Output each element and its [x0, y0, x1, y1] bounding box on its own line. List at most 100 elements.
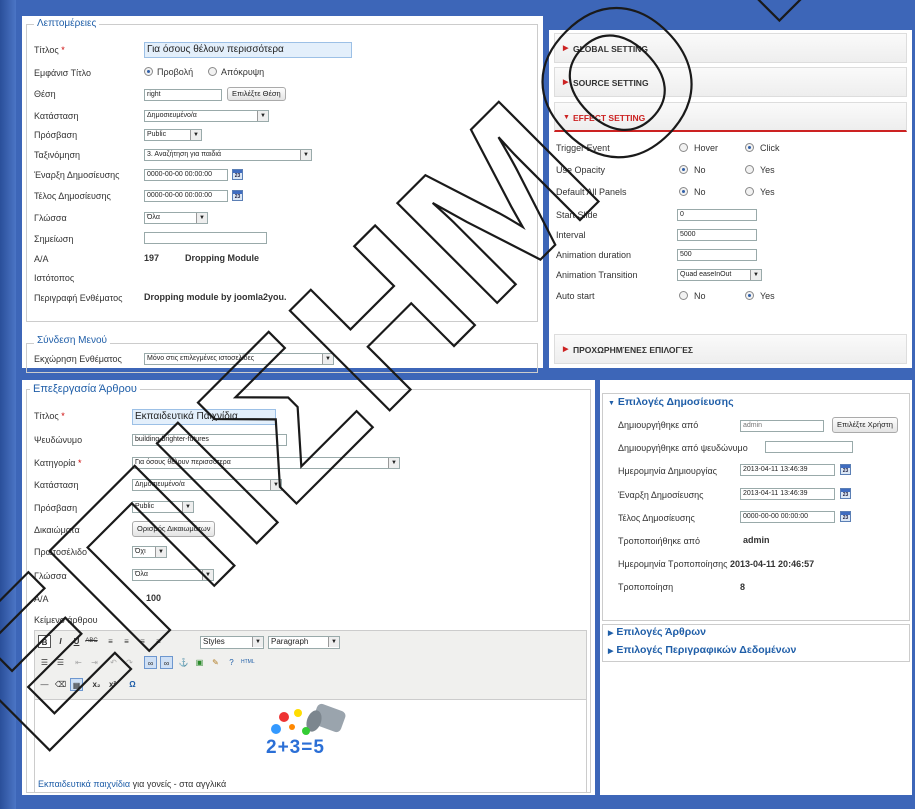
panels-yes-radio[interactable]	[745, 187, 754, 196]
article-options-header[interactable]: ▶ Επιλογές Άρθρων	[608, 626, 706, 638]
indent-icon[interactable]: ⇥	[88, 656, 101, 669]
access-select[interactable]: Public ▼	[144, 129, 202, 141]
opacity-no-label: No	[694, 165, 706, 175]
italic-button[interactable]: I	[54, 635, 67, 648]
language-select[interactable]: Όλα ▼	[144, 212, 208, 224]
publish-up-input[interactable]: 2013-04-11 13:46:39	[740, 488, 835, 500]
interval-label: Interval	[556, 230, 586, 240]
ordering-select[interactable]: 3. Αναζήτηση για παιδιά ▼	[144, 149, 312, 161]
calendar-icon[interactable]: 23	[232, 190, 243, 201]
superscript-icon[interactable]: x²	[106, 678, 119, 691]
align-left-button[interactable]: ≡	[104, 635, 117, 648]
click-radio[interactable]	[745, 143, 754, 152]
start-slide-input[interactable]: 0	[677, 209, 757, 221]
publish-up-input[interactable]: 0000-00-00 00:00:00	[144, 169, 228, 181]
calendar-icon[interactable]: 23	[840, 464, 851, 475]
article-title-input[interactable]: Εκπαιδευτικά Παιχνίδια	[132, 409, 276, 425]
html-icon[interactable]: HTML	[241, 656, 255, 669]
align-center-button[interactable]: ≡	[120, 635, 133, 648]
link-icon[interactable]: ∞	[144, 656, 157, 669]
site-label: Ιστότοπος	[34, 273, 75, 283]
metadata-options-header[interactable]: ▶ Επιλογές Περιγραφικών Δεδομένων	[608, 644, 796, 656]
menu-assign-select[interactable]: Μόνο στις επιλεγμένες ιστοσελίδες ▼	[144, 353, 334, 365]
anim-transition-select[interactable]: Quad easeInOut ▼	[677, 269, 762, 281]
publishing-header[interactable]: ▼ Επιλογές Δημοσίευσης	[608, 396, 734, 408]
special-char-icon[interactable]: Ω	[126, 678, 139, 691]
publish-down-input[interactable]: 0000-00-00 00:00:00	[740, 511, 835, 523]
outdent-icon[interactable]: ⇤	[72, 656, 85, 669]
category-label: Κατηγορία *	[34, 458, 82, 468]
auto-start-yes-radio[interactable]	[745, 291, 754, 300]
created-alias-input[interactable]	[765, 441, 853, 453]
align-justify-button[interactable]: ≡	[152, 635, 165, 648]
created-date-input[interactable]: 2013-04-11 13:46:39	[740, 464, 835, 476]
underline-button[interactable]: U	[70, 635, 83, 648]
unlink-icon[interactable]: ∞	[160, 656, 173, 669]
subscript-icon[interactable]: x₂	[90, 678, 103, 691]
image-icon[interactable]: ▣	[193, 656, 206, 669]
modified-date-label: Ημερομηνία Τροποποίησης 2013-04-11 20:46…	[618, 559, 815, 569]
created-date-label: Ημερομηνία Δημιουργίας	[618, 466, 718, 476]
publish-down-input[interactable]: 0000-00-00 00:00:00	[144, 190, 228, 202]
calendar-icon[interactable]: 23	[840, 511, 851, 522]
select-position-button[interactable]: Επιλέξτε Θέση	[227, 87, 286, 101]
anim-duration-label: Animation duration	[556, 250, 632, 260]
source-setting-header[interactable]: ▶ SOURCE SETTING	[554, 67, 907, 97]
bullet-list-icon[interactable]: ☰	[38, 656, 51, 669]
horizontal-rule-icon[interactable]: —	[38, 678, 51, 691]
eraser-icon[interactable]: ⌫	[54, 678, 67, 691]
undo-icon[interactable]: ↶	[107, 656, 120, 669]
status-select[interactable]: Δημοσιευμένο/α ▼	[144, 110, 269, 122]
bold-button[interactable]: B	[38, 635, 51, 648]
alias-label: Ψευδώνυμο	[34, 435, 83, 445]
panels-no-label: No	[694, 187, 706, 197]
start-slide-label: Start Slide	[556, 210, 598, 220]
redo-icon[interactable]: ↷	[123, 656, 136, 669]
show-title-radio[interactable]	[144, 67, 153, 76]
auto-start-no-radio[interactable]	[679, 291, 688, 300]
hide-title-radio[interactable]	[208, 67, 217, 76]
module-title-input[interactable]: Για όσους θέλουν περισσότερα	[144, 42, 352, 58]
visual-aid-icon[interactable]: ▦	[70, 678, 83, 691]
opacity-no-radio[interactable]	[679, 165, 688, 174]
hover-radio[interactable]	[679, 143, 688, 152]
calendar-icon[interactable]: 23	[232, 169, 243, 180]
article-language-select[interactable]: Όλα ▼	[132, 569, 214, 581]
interval-input[interactable]: 5000	[677, 229, 757, 241]
global-setting-header[interactable]: ▶ GLOBAL SETTING	[554, 33, 907, 63]
cleanup-icon[interactable]: ✎	[209, 656, 222, 669]
help-icon[interactable]: ?	[225, 656, 238, 669]
modified-by-label: Τροποποιήθηκε από	[618, 536, 700, 546]
paragraph-select[interactable]: Paragraph ▼	[268, 636, 340, 649]
opacity-yes-radio[interactable]	[745, 165, 754, 174]
article-id-value: 100	[146, 593, 162, 603]
advanced-options-header[interactable]: ▶ ΠΡΟΧΩΡΗΜΈΝΕΣ ΕΠΙΛΟΓΈΣ	[554, 334, 907, 364]
chevron-down-icon: ▼	[270, 480, 281, 490]
numbered-list-icon[interactable]: ☰	[54, 656, 67, 669]
chevron-down-icon: ▼	[155, 547, 166, 557]
article-body-link[interactable]: Εκπαιδευτικά παιχνίδια	[38, 779, 130, 789]
modified-by-value: admin	[743, 535, 770, 545]
panels-no-radio[interactable]	[679, 187, 688, 196]
calendar-icon[interactable]: 23	[840, 488, 851, 499]
featured-select[interactable]: Όχι ▼	[132, 546, 167, 558]
effect-setting-header[interactable]: ▼ EFFECT SETTING	[554, 102, 907, 132]
anchor-icon[interactable]: ⚓	[177, 656, 190, 669]
strikethrough-button[interactable]: ABC	[85, 635, 98, 648]
panels-yes-label: Yes	[760, 187, 775, 197]
set-permissions-button[interactable]: Ορισμός Δικαιωμάτων	[132, 521, 216, 537]
article-access-select[interactable]: Public ▼	[132, 501, 194, 513]
created-by-input[interactable]: admin	[740, 420, 824, 432]
modified-date-value: 2013-04-11 20:46:57	[730, 559, 815, 569]
note-input[interactable]	[144, 232, 267, 244]
article-status-select[interactable]: Δημοσιευμένο/α ▼	[132, 479, 282, 491]
anim-duration-input[interactable]: 500	[677, 249, 757, 261]
category-select[interactable]: Για όσους θέλουν περισσότερα ▼	[132, 457, 400, 469]
menu-legend: Σύνδεση Μενού	[34, 335, 111, 346]
styles-select[interactable]: Styles ▼	[200, 636, 264, 649]
select-user-button[interactable]: Επιλέξτε Χρήστη	[832, 417, 898, 433]
article-legend: Επεξεργασία Άρθρου	[30, 383, 140, 395]
alias-input[interactable]: building-brighter-futures	[132, 434, 287, 446]
align-right-button[interactable]: ≡	[136, 635, 149, 648]
position-input[interactable]: right	[144, 89, 222, 101]
